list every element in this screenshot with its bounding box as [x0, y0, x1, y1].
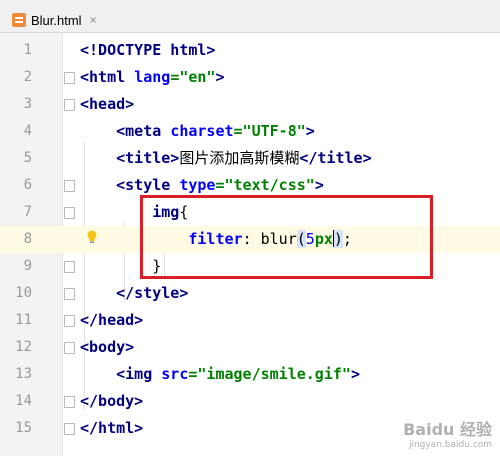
fold-marker-icon[interactable] — [64, 423, 75, 435]
fold-marker-icon[interactable] — [64, 72, 75, 84]
line-number: 1 — [23, 42, 32, 58]
line-number: 13 — [15, 366, 32, 382]
lightbulb-icon[interactable] — [86, 230, 98, 244]
code-text: <img src="image/smile.gif"> — [116, 365, 360, 383]
code-text: <html lang="en"> — [80, 68, 225, 86]
code-line-4[interactable]: 4 <meta charset="UTF-8"> — [0, 118, 500, 145]
line-number: 12 — [15, 339, 32, 355]
code-text: </style> — [116, 284, 189, 302]
code-line-13[interactable]: 13 <img src="image/smile.gif"> — [0, 361, 500, 388]
code-line-1[interactable]: 1 <!DOCTYPE html> — [0, 37, 500, 64]
fold-marker-icon[interactable] — [64, 207, 75, 219]
line-number: 5 — [23, 150, 32, 166]
watermark-brand: Baidu 经验 — [403, 420, 492, 439]
code-line-3[interactable]: 3 <head> — [0, 91, 500, 118]
line-number: 6 — [23, 177, 32, 193]
code-text: </body> — [80, 392, 144, 410]
code-text: </head> — [80, 311, 144, 329]
html-file-icon — [12, 13, 26, 27]
fold-marker-icon[interactable] — [64, 180, 75, 192]
code-text: <title>图片添加高斯模糊</title> — [116, 149, 372, 167]
line-number: 15 — [15, 420, 32, 436]
tab-title: Blur.html — [31, 12, 82, 28]
line-number: 4 — [23, 123, 32, 139]
line-number: 14 — [15, 393, 32, 409]
fold-marker-icon[interactable] — [64, 342, 75, 354]
line-number: 7 — [23, 204, 32, 220]
fold-marker-icon[interactable] — [64, 396, 75, 408]
line-number: 9 — [23, 258, 32, 274]
code-line-10[interactable]: 10 </style> — [0, 280, 500, 307]
code-text: <meta charset="UTF-8"> — [116, 122, 315, 140]
code-text: </html> — [80, 419, 144, 437]
highlight-annotation-box — [140, 195, 433, 279]
code-text: <!DOCTYPE html> — [80, 41, 216, 59]
line-number: 10 — [15, 285, 32, 301]
close-icon[interactable]: × — [90, 13, 97, 27]
watermark-url: jingyan.baidu.com — [408, 440, 492, 450]
line-number: 8 — [0, 226, 32, 253]
fold-marker-icon[interactable] — [64, 288, 75, 300]
fold-marker-icon[interactable] — [64, 261, 75, 273]
code-line-2[interactable]: 2 <html lang="en"> — [0, 64, 500, 91]
tab-blur-html[interactable]: Blur.html × — [12, 9, 97, 31]
code-line-5[interactable]: 5 <title>图片添加高斯模糊</title> — [0, 145, 500, 172]
code-line-12[interactable]: 12 <body> — [0, 334, 500, 361]
code-text: <body> — [80, 338, 135, 356]
line-number: 11 — [15, 312, 32, 328]
editor-tab-bar: Blur.html × — [0, 0, 500, 33]
fold-marker-icon[interactable] — [64, 99, 75, 111]
line-number: 2 — [23, 69, 32, 85]
code-line-14[interactable]: 14 </body> — [0, 388, 500, 415]
code-text: <head> — [80, 95, 135, 113]
watermark: Baidu 经验 jingyan.baidu.com — [403, 416, 492, 450]
line-number: 3 — [23, 96, 32, 112]
fold-marker-icon[interactable] — [64, 315, 75, 327]
code-line-11[interactable]: 11 </head> — [0, 307, 500, 334]
